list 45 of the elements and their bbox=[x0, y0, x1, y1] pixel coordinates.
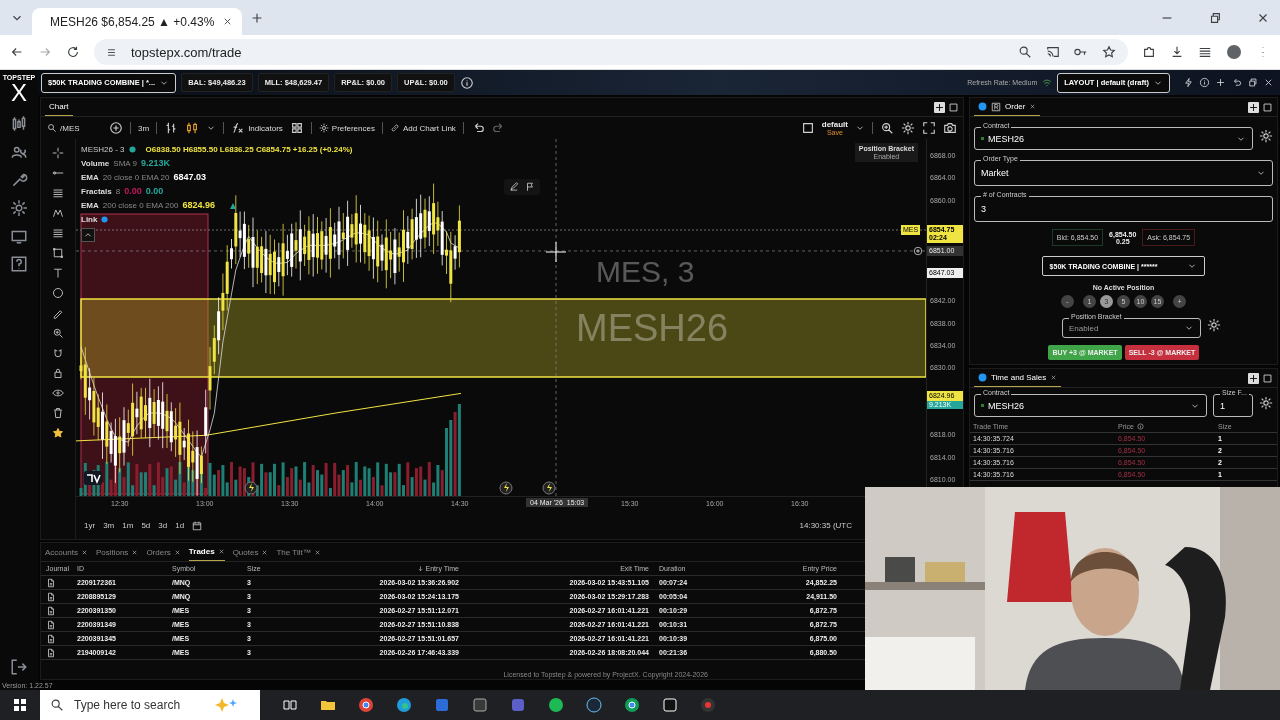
indicators-button[interactable]: Indicators bbox=[231, 121, 283, 135]
study-value: 6824.96 bbox=[182, 200, 215, 211]
symbol-search[interactable]: /MES bbox=[47, 123, 102, 133]
time-and-sales-tab[interactable]: Time and Sales bbox=[974, 369, 1062, 387]
panel-tab[interactable]: Trades bbox=[188, 543, 225, 561]
panel-tab[interactable]: The Tilt™ bbox=[276, 543, 321, 561]
range-button[interactable]: 5d bbox=[141, 521, 151, 530]
study-value: 0.00 bbox=[145, 186, 164, 197]
study-value: 9.213K bbox=[140, 158, 170, 169]
add-chart-link-button[interactable]: Add Chart Link bbox=[389, 123, 456, 133]
ohlc-values: O6838.50 H6855.50 L6836.25 C6854.75 +16.25 (+0.24%) bbox=[145, 144, 353, 155]
preferences-button[interactable]: Preferences bbox=[318, 123, 375, 133]
range-button[interactable]: 1m bbox=[122, 521, 134, 530]
chart-title: MESH26 - 3 bbox=[81, 144, 125, 155]
chart-clock: 14:30:35 (UTC bbox=[799, 521, 852, 530]
panel-tab[interactable]: Orders bbox=[146, 543, 181, 561]
link-label: Link bbox=[81, 214, 98, 225]
study-name: Fractals bbox=[81, 186, 112, 197]
range-button[interactable]: 1yr bbox=[84, 521, 96, 530]
chart-watermark: MES, 3 bbox=[596, 257, 695, 287]
chart-watermark: MESH26 bbox=[576, 309, 729, 347]
study-name: Volume bbox=[81, 158, 110, 169]
browser-tab[interactable]: MESH26 $6,854.25 ▲ +0.43% bbox=[32, 8, 242, 35]
order-tab[interactable]: Order bbox=[974, 98, 1041, 116]
interval-button[interactable]: 3m bbox=[138, 123, 150, 133]
logo-letter: X bbox=[11, 81, 27, 105]
chart-tab[interactable]: Chart bbox=[45, 98, 73, 116]
study-params: 8 bbox=[115, 186, 121, 197]
panel-tab[interactable]: Accounts bbox=[45, 543, 88, 561]
study-value: 0.00 bbox=[124, 186, 142, 197]
search-input[interactable]: Type here to search bbox=[72, 697, 206, 713]
study-name: EMA bbox=[81, 200, 99, 211]
panel-tab[interactable]: Quotes bbox=[232, 543, 269, 561]
range-button[interactable]: 3m bbox=[103, 521, 115, 530]
study-name: EMA bbox=[81, 172, 99, 183]
study-params: SMA 9 bbox=[113, 158, 137, 169]
address-field[interactable]: topstepx.com/trade bbox=[94, 39, 1128, 65]
range-button[interactable]: 3d bbox=[158, 521, 168, 530]
study-params: 200 close 0 EMA 200 bbox=[102, 200, 179, 211]
taskbar-search-bar[interactable]: Type here to search bbox=[40, 690, 260, 720]
range-button[interactable]: 1d bbox=[175, 521, 185, 530]
panel-tab[interactable]: Positions bbox=[95, 543, 139, 561]
study-params: 20 close 0 EMA 20 bbox=[102, 172, 170, 183]
study-value: 6847.03 bbox=[173, 172, 207, 183]
tab-title: MESH26 $6,854.25 ▲ +0.43% bbox=[50, 14, 215, 29]
